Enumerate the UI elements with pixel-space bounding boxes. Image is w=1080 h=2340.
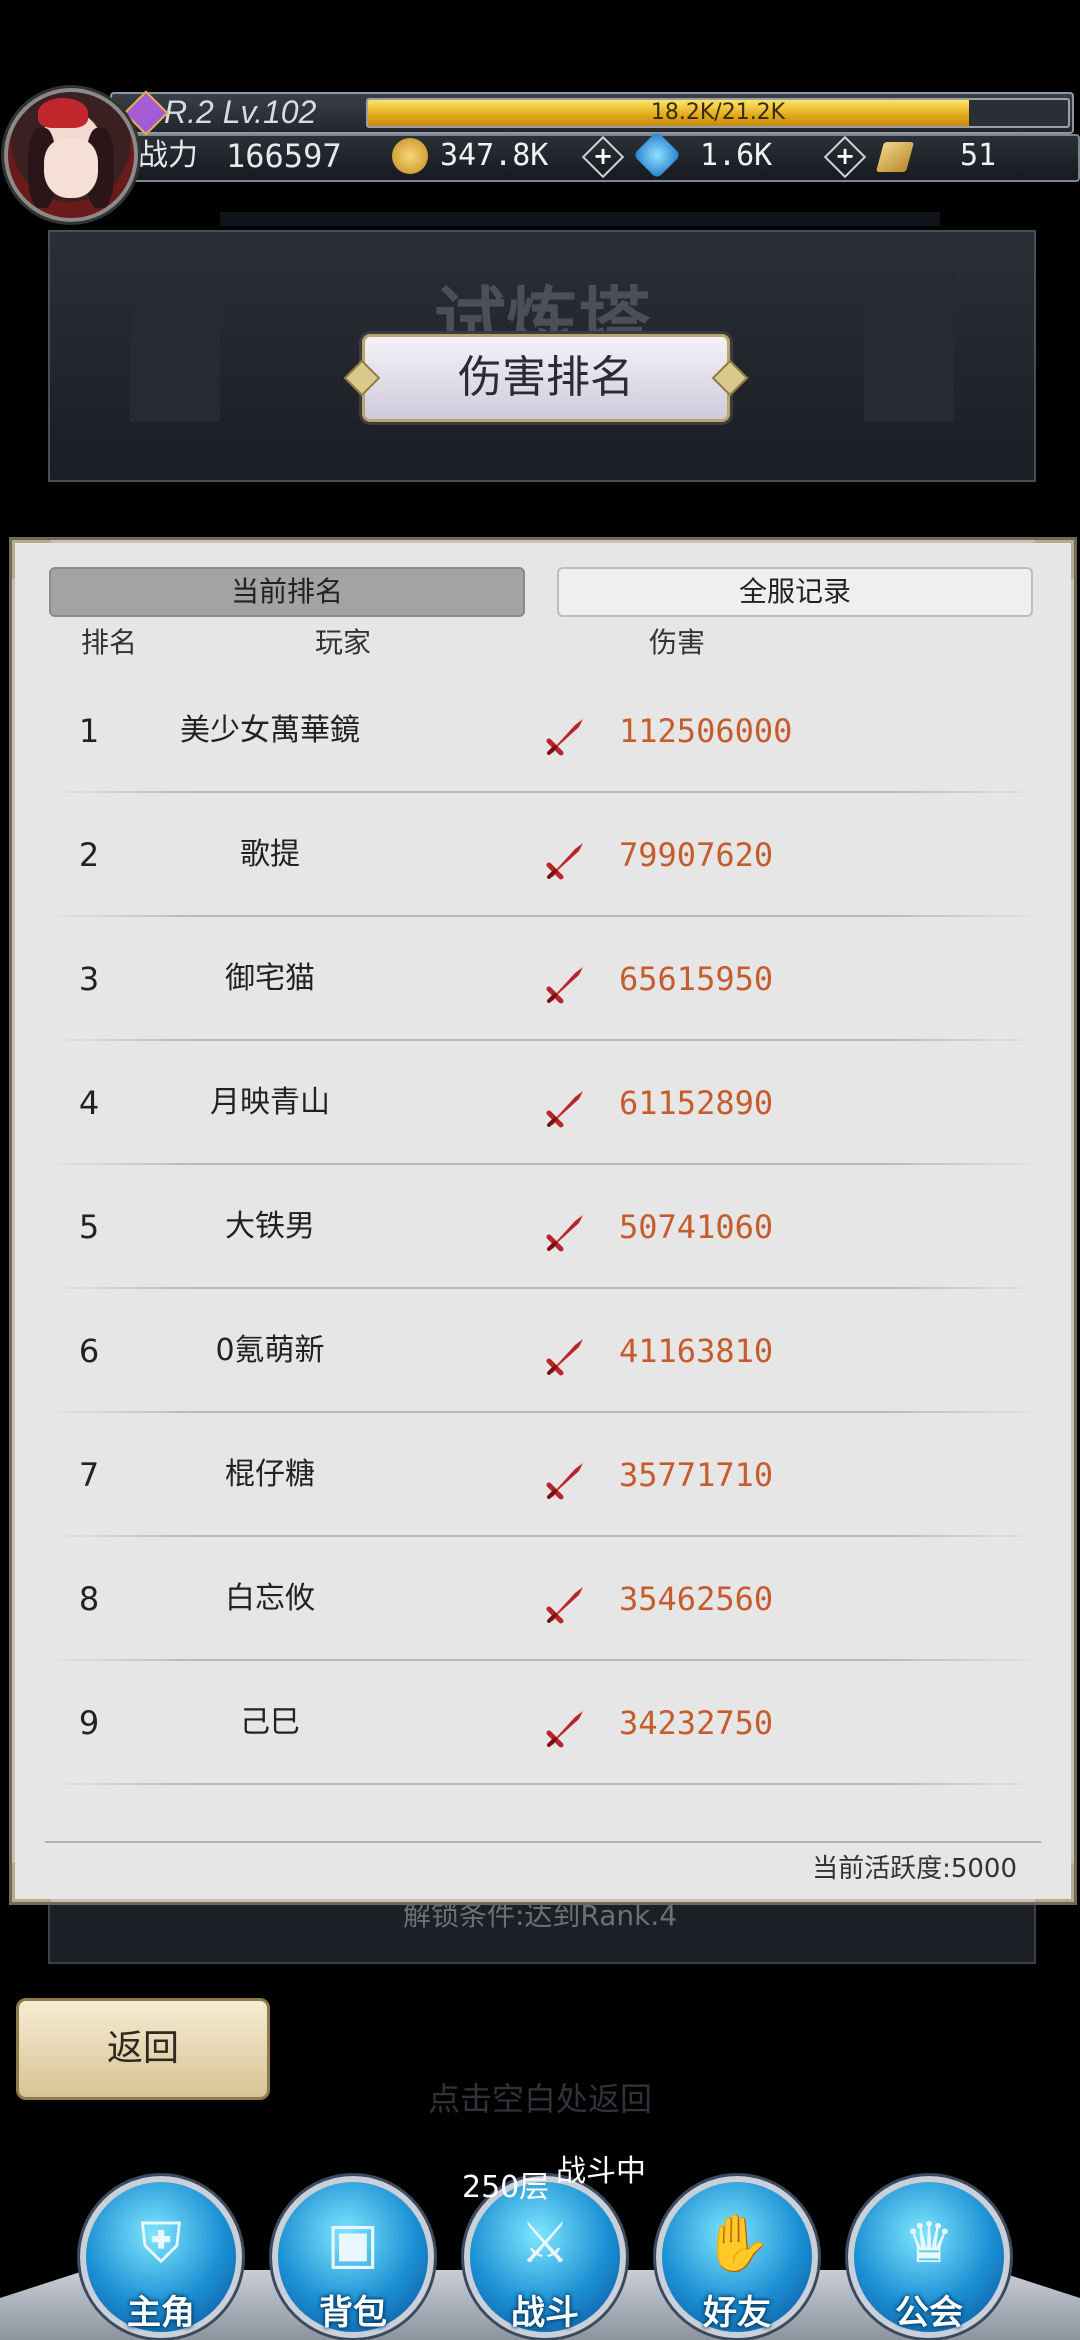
nav-label-guild: 公会	[895, 2293, 963, 2333]
column-header-rank: 排名	[81, 626, 138, 659]
player-name: 棍仔糖	[225, 1457, 315, 1492]
floor-indicator: 250层	[462, 2170, 550, 2205]
nav-bag[interactable]: ▣ 背包	[272, 2176, 434, 2338]
damage-value: 35771710	[619, 1456, 774, 1494]
sword-icon	[545, 1333, 589, 1377]
tab-server-record[interactable]: 全服记录	[557, 567, 1033, 617]
sword-icon	[545, 1457, 589, 1501]
guild-emblem-icon: ♛	[903, 2211, 955, 2276]
rank-number: 6	[78, 1332, 100, 1370]
nav-friends[interactable]: ✋ 好友	[656, 2176, 818, 2338]
tab-current-ranking[interactable]: 当前排名	[49, 567, 525, 617]
player-name: 御宅猫	[225, 961, 315, 996]
damage-value: 112506000	[619, 712, 793, 750]
column-header-player: 玩家	[315, 626, 372, 659]
back-button[interactable]: 返回	[16, 1998, 270, 2100]
ranking-row[interactable]: 2 歌提 79907620	[45, 793, 1041, 917]
power-value: 166597	[226, 137, 342, 175]
sword-icon	[545, 1085, 589, 1129]
player-name: 歌提	[240, 837, 300, 872]
sword-icon	[545, 1581, 589, 1625]
gold-coin-icon	[392, 138, 428, 174]
player-name: 0氪萌新	[215, 1333, 325, 1368]
ranking-row[interactable]: 4 月映青山 61152890	[45, 1041, 1041, 1165]
column-header-damage: 伤害	[649, 626, 706, 659]
ranking-row[interactable]: 3 御宅猫 65615950	[45, 917, 1041, 1041]
nav-label-battle: 战斗	[511, 2293, 579, 2333]
rank-number: 1	[78, 712, 100, 750]
nav-guild[interactable]: ♛ 公会	[848, 2176, 1010, 2338]
damage-ranking-banner: 伤害排名	[362, 334, 730, 422]
damage-value: 41163810	[619, 1332, 774, 1370]
sword-icon	[545, 1209, 589, 1253]
faded-scroll-text	[220, 212, 940, 226]
nav-hero[interactable]: ⛨ 主角	[80, 2176, 242, 2338]
activity-text: 当前活跃度:5000	[812, 1854, 1017, 1884]
damage-value: 35462560	[619, 1580, 774, 1618]
damage-value: 79907620	[619, 836, 774, 874]
rank-level-text: R.2 Lv.102	[164, 94, 317, 130]
exp-bar: 18.2K/21.2K	[366, 98, 1070, 128]
nav-label-bag: 背包	[319, 2293, 387, 2333]
helmet-icon: ⛨	[140, 2211, 182, 2276]
rank-number: 2	[78, 836, 100, 874]
gem-amount: 1.6K	[700, 138, 773, 173]
player-name: 大铁男	[225, 1209, 315, 1244]
ranking-row[interactable]: 8 白忘攸 35462560	[45, 1537, 1041, 1661]
rank-number: 7	[78, 1456, 100, 1494]
damage-value: 34232750	[619, 1704, 774, 1742]
backpack-icon: ▣	[326, 2211, 380, 2276]
nav-label-hero: 主角	[127, 2293, 195, 2333]
rank-number: 9	[78, 1704, 100, 1742]
damage-value: 50741060	[619, 1208, 774, 1246]
nav-label-friends: 好友	[703, 2293, 771, 2333]
rank-number: 5	[78, 1208, 100, 1246]
damage-value: 61152890	[619, 1084, 774, 1122]
ranking-panel: 当前排名 全服记录 排名 玩家 伤害 1 美少女萬華鏡 112506000 2 歌提 79…	[12, 540, 1074, 1902]
player-name: 月映青山	[210, 1085, 330, 1120]
sword-icon	[545, 837, 589, 881]
sword-icon	[545, 713, 589, 757]
sword-icon	[545, 961, 589, 1005]
panel-title: 伤害排名	[458, 352, 634, 403]
crossed-swords-icon: ⚔	[519, 2211, 571, 2276]
gold-amount: 347.8K	[440, 138, 549, 173]
ranking-row[interactable]: 9 己巳 34232750	[45, 1661, 1041, 1785]
damage-value: 65615950	[619, 960, 774, 998]
player-name: 白忘攸	[225, 1581, 315, 1616]
player-name: 美少女萬華鏡	[180, 713, 360, 748]
battle-status: 战斗中	[556, 2154, 646, 2189]
avatar[interactable]	[4, 88, 138, 222]
ranking-row[interactable]: 6 0氪萌新 41163810	[45, 1289, 1041, 1413]
rank-number: 3	[78, 960, 100, 998]
player-name: 己巳	[240, 1705, 300, 1740]
ranking-row[interactable]: 1 美少女萬華鏡 112506000	[45, 669, 1041, 793]
sword-icon	[545, 1705, 589, 1749]
power-label: 战力	[138, 138, 198, 173]
rank-number: 4	[78, 1084, 100, 1122]
ticket-amount: 51	[960, 138, 997, 173]
ranking-row[interactable]: 5 大铁男 50741060	[45, 1165, 1041, 1289]
ranking-row[interactable]: 7 棍仔糖 35771710	[45, 1413, 1041, 1537]
exp-text: 18.2K/21.2K	[650, 100, 786, 125]
rank-number: 8	[78, 1580, 100, 1618]
handshake-icon: ✋	[702, 2211, 772, 2276]
